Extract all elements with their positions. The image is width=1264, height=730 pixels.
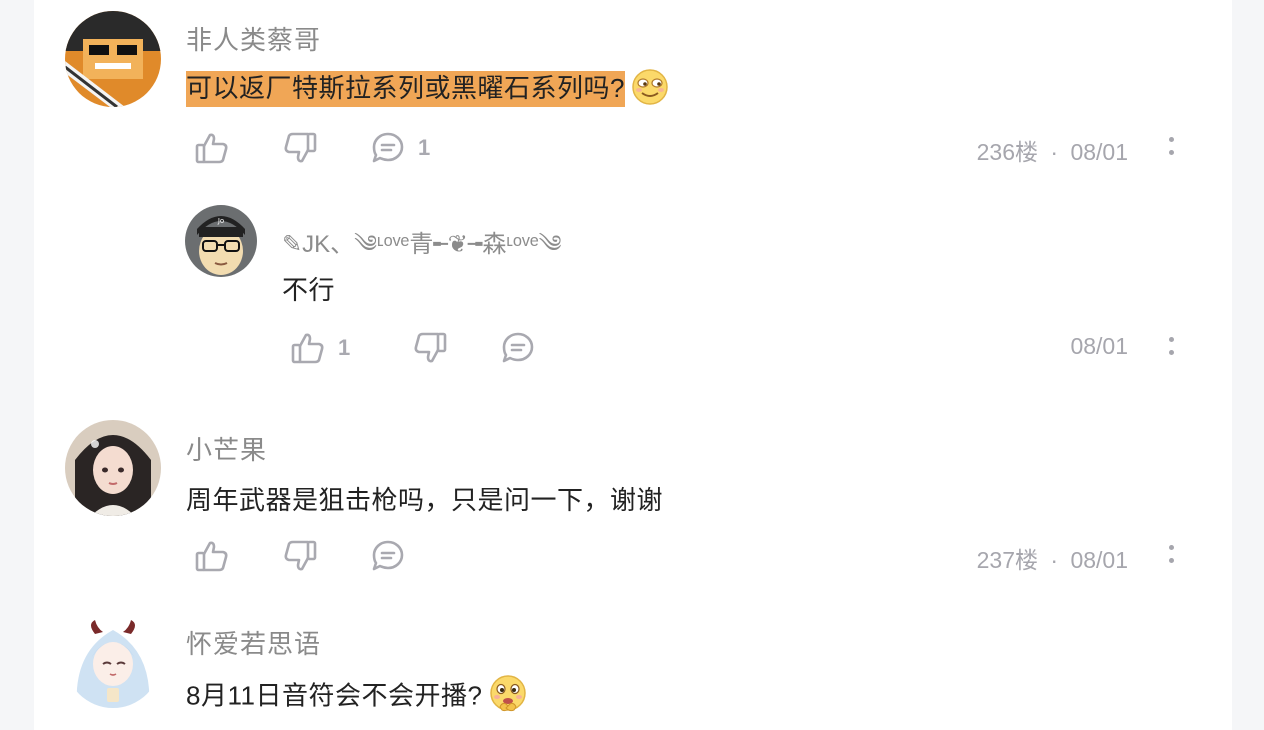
avatar[interactable]: Jo <box>185 205 257 277</box>
avatar[interactable] <box>65 11 161 107</box>
reply-button[interactable] <box>370 538 406 574</box>
dislike-button[interactable] <box>282 538 318 574</box>
svg-text:Jo: Jo <box>217 217 224 225</box>
dislike-button[interactable] <box>282 130 318 166</box>
comment-bubble-icon <box>372 132 404 163</box>
reply-button[interactable]: 1 <box>370 130 430 166</box>
avatar[interactable] <box>65 420 161 516</box>
separator: · <box>1050 547 1059 573</box>
more-options-icon[interactable] <box>1168 134 1176 164</box>
thumbs-down-icon <box>284 132 317 163</box>
separator: · <box>1050 139 1059 165</box>
highlighted-text: 可以返厂特斯拉系列或黑曜石系列吗? <box>186 71 625 108</box>
comment-date: 08/01 <box>1070 139 1128 165</box>
thumbs-down-icon <box>414 332 447 363</box>
thumbs-up-icon <box>195 133 228 164</box>
reply-count: 1 <box>418 135 431 160</box>
avatar[interactable] <box>65 612 161 708</box>
comment-text: 周年武器是狙击枪吗，只是问一下，谢谢 <box>186 485 664 515</box>
more-options-icon[interactable] <box>1168 334 1176 364</box>
like-button[interactable] <box>194 130 230 166</box>
like-count: 1 <box>338 335 351 360</box>
thinking-face-icon <box>488 674 528 721</box>
thumbs-up-icon <box>291 333 324 364</box>
comment-text: 8月11日音符会不会开播? <box>186 674 528 721</box>
dislike-button[interactable] <box>412 330 448 366</box>
comment-date: 08/01 <box>1070 547 1128 573</box>
comment-text: 可以返厂特斯拉系列或黑曜石系列吗? <box>186 68 669 113</box>
floor-and-date: 237楼 · 08/01 <box>977 541 1128 575</box>
like-button[interactable] <box>194 538 230 574</box>
more-options-icon[interactable] <box>1168 542 1176 572</box>
comment-bubble-icon <box>372 540 404 571</box>
thumbs-down-icon <box>284 540 317 571</box>
comment-bubble-icon <box>502 332 534 363</box>
username[interactable]: 小芒果 <box>186 430 267 467</box>
username[interactable]: 怀爱若思语 <box>186 624 321 661</box>
floor-and-date: 236楼 · 08/01 <box>977 133 1128 167</box>
username[interactable]: 非人类蔡哥 <box>186 20 321 57</box>
comment-text-content: 8月11日音符会不会开播? <box>186 680 483 711</box>
thumbs-up-icon <box>195 541 228 572</box>
reply-button[interactable] <box>500 330 536 366</box>
like-button[interactable]: 1 <box>290 330 350 366</box>
floor-number: 237楼 <box>976 547 1038 573</box>
smirk-face-icon <box>631 68 669 113</box>
comment-text: 不行 <box>282 275 336 305</box>
reply-date: 08/01 <box>1070 333 1128 359</box>
floor-number: 236楼 <box>976 139 1038 165</box>
